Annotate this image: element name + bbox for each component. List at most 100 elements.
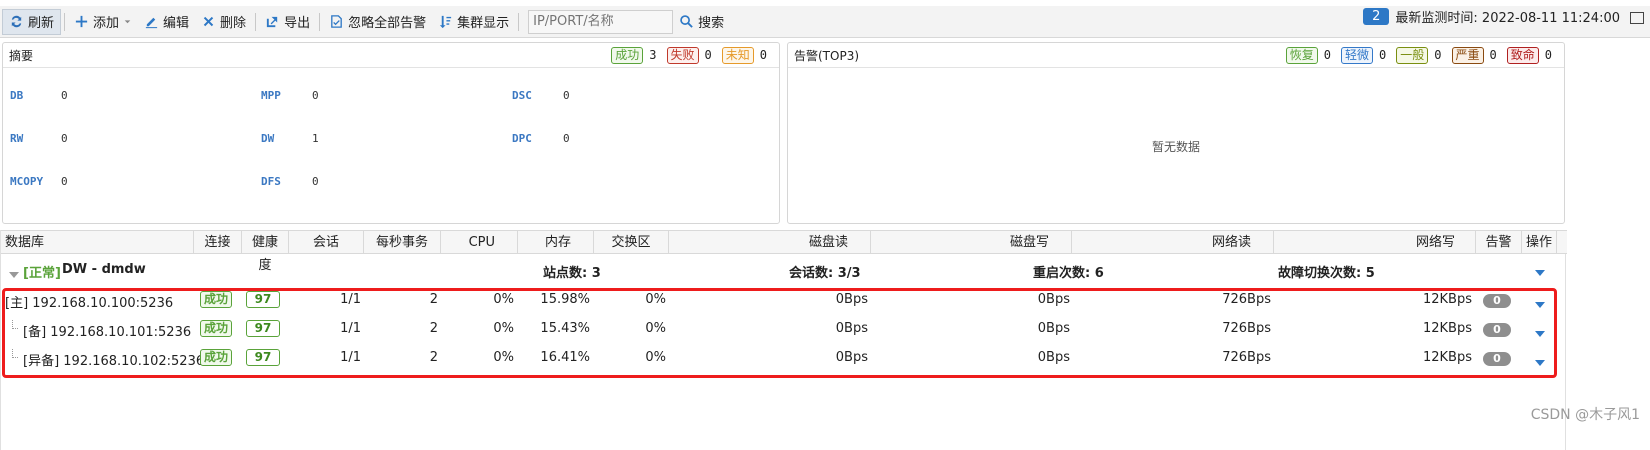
group-name: DW - dmdw: [62, 262, 146, 277]
delete-button[interactable]: 删除: [195, 9, 252, 35]
plus-icon: [75, 15, 88, 28]
col-connection[interactable]: 连接: [194, 231, 242, 254]
tps-cell: 2: [429, 350, 438, 365]
cluster-view-button[interactable]: 集群显示: [432, 9, 515, 35]
monitor-info: 2 最新监测时间: 2022-08-11 11:24:00: [1363, 7, 1620, 26]
col-disk-write[interactable]: 磁盘写: [871, 231, 1072, 254]
disk-read-cell: 0Bps: [835, 321, 868, 336]
alarm-badge[interactable]: 0: [1483, 323, 1511, 337]
row-action-icon[interactable]: [1535, 326, 1545, 341]
refresh-label: 刷新: [28, 16, 55, 31]
net-write-cell: 12KBps: [1422, 321, 1472, 336]
summary-item-rw[interactable]: RW 0: [10, 132, 68, 145]
ignore-all-alerts-button[interactable]: 忽略全部告警: [323, 9, 432, 35]
row-action-icon[interactable]: [1535, 297, 1545, 312]
serious-tag[interactable]: 严重: [1451, 46, 1484, 64]
disk-write-cell: 0Bps: [1037, 321, 1070, 336]
col-tps[interactable]: 每秒事务: [364, 231, 441, 254]
summary-value: 0: [312, 175, 319, 188]
col-net-write[interactable]: 网络写: [1274, 231, 1476, 254]
recover-tag[interactable]: 恢复: [1285, 46, 1318, 64]
summary-item-mcopy[interactable]: MCOPY 0: [10, 175, 68, 188]
ignore-all-label: 忽略全部告警: [348, 16, 427, 31]
summary-header: 摘要 成功 3 失败 0 未知 0: [3, 43, 779, 68]
group-action-icon[interactable]: [1535, 265, 1545, 280]
summary-item-dpc[interactable]: DPC 0: [512, 132, 570, 145]
alerts-header: 告警(TOP3) 恢复 0 轻微 0 一般 0 严重 0 致命 0: [788, 43, 1564, 68]
summary-panel: 摘要 成功 3 失败 0 未知 0 DB 0 MPP 0 DSC 0 RW 0 DW 1 DPC…: [2, 42, 780, 224]
summary-item-dsc[interactable]: DSC 0: [512, 89, 570, 102]
tree-connector: [12, 320, 18, 329]
table-row[interactable]: [备] 192.168.10.101:5236 成功 97 1/1 2 0% 1…: [1, 315, 1567, 344]
alarm-badge[interactable]: 0: [1483, 294, 1511, 308]
db-name[interactable]: [备] 192.168.10.101:5236: [23, 321, 191, 340]
col-health[interactable]: 健康度: [242, 231, 289, 273]
summary-key: DFS: [261, 175, 281, 188]
unknown-tag[interactable]: 未知: [721, 46, 754, 64]
table-row[interactable]: [主] 192.168.10.100:5236 成功 97 1/1 2 0% 1…: [1, 286, 1567, 315]
search-button[interactable]: 搜索: [673, 9, 730, 35]
cpu-cell: 0%: [493, 321, 514, 336]
success-count: 3: [649, 48, 657, 62]
db-name[interactable]: [异备] 192.168.10.102:5236: [23, 350, 204, 369]
edit-button[interactable]: 编辑: [138, 9, 195, 35]
export-label: 导出: [284, 16, 311, 31]
col-action[interactable]: 操作: [1522, 231, 1557, 254]
export-icon: [266, 16, 278, 28]
health-tag: 97: [246, 291, 280, 308]
fail-tag[interactable]: 失败: [666, 46, 699, 64]
summary-key: MPP: [261, 89, 281, 102]
disk-write-cell: 0Bps: [1037, 292, 1070, 307]
row-action-icon[interactable]: [1535, 355, 1545, 370]
col-database[interactable]: 数据库: [1, 231, 194, 254]
group-failovers: 故障切换次数: 5: [1278, 266, 1375, 281]
alarm-cell: 0: [1483, 351, 1511, 366]
tree-connector: [12, 349, 18, 358]
col-sessions[interactable]: 会话: [289, 231, 364, 254]
alerts-panel: 告警(TOP3) 恢复 0 轻微 0 一般 0 严重 0 致命 0 暂无数据: [787, 42, 1565, 224]
sort-icon: [439, 15, 452, 29]
table-row[interactable]: [异备] 192.168.10.102:5236 成功 97 1/1 2 0% …: [1, 344, 1567, 373]
summary-item-dw[interactable]: DW 1: [261, 132, 319, 145]
success-tag[interactable]: 成功: [611, 46, 644, 64]
fail-count: 0: [704, 48, 712, 62]
net-read-cell: 726Bps: [1222, 321, 1271, 336]
col-cpu[interactable]: CPU: [441, 231, 518, 254]
sessions-cell: 1/1: [340, 321, 361, 336]
minor-tag[interactable]: 轻微: [1341, 46, 1374, 64]
refresh-button[interactable]: 刷新: [2, 8, 62, 35]
refresh-icon: [11, 15, 22, 28]
health-score: 97: [246, 349, 280, 366]
summary-item-db[interactable]: DB 0: [10, 89, 68, 102]
col-alarm[interactable]: 告警: [1476, 231, 1522, 254]
disk-read-cell: 0Bps: [835, 292, 868, 307]
search-input[interactable]: [528, 9, 674, 34]
col-net-read[interactable]: 网络读: [1072, 231, 1274, 254]
fatal-tag[interactable]: 致命: [1506, 46, 1539, 64]
sessions-cell: 1/1: [340, 292, 361, 307]
caret-down-icon[interactable]: [123, 14, 132, 29]
conn-status: 成功: [200, 291, 233, 308]
net-write-cell: 12KBps: [1422, 292, 1472, 307]
window-icon[interactable]: [1630, 12, 1644, 24]
col-memory[interactable]: 内存: [518, 231, 594, 254]
alarm-badge[interactable]: 0: [1483, 352, 1511, 366]
export-button[interactable]: 导出: [259, 9, 316, 35]
group-sites: 站点数: 3: [543, 266, 601, 281]
normal-count: 0: [1434, 48, 1442, 62]
summary-value: 0: [563, 132, 570, 145]
health-tag: 97: [246, 349, 280, 366]
net-read-cell: 726Bps: [1222, 292, 1271, 307]
normal-tag[interactable]: 一般: [1396, 46, 1429, 64]
summary-item-dfs[interactable]: DFS 0: [261, 175, 319, 188]
col-swap[interactable]: 交换区: [594, 231, 669, 254]
col-disk-read[interactable]: 磁盘读: [669, 231, 871, 254]
summary-item-mpp[interactable]: MPP 0: [261, 89, 319, 102]
health-score: 97: [246, 320, 280, 337]
db-name[interactable]: [主] 192.168.10.100:5236: [5, 292, 173, 311]
count-badge[interactable]: 2: [1363, 8, 1390, 25]
net-read-cell: 726Bps: [1222, 350, 1271, 365]
add-button[interactable]: 添加: [68, 9, 138, 35]
cluster-group-row[interactable]: [正常] DW - dmdw 站点数: 3 会话数: 3/3 重启次数: 6 故…: [1, 254, 1567, 286]
collapse-icon[interactable]: [9, 267, 19, 282]
